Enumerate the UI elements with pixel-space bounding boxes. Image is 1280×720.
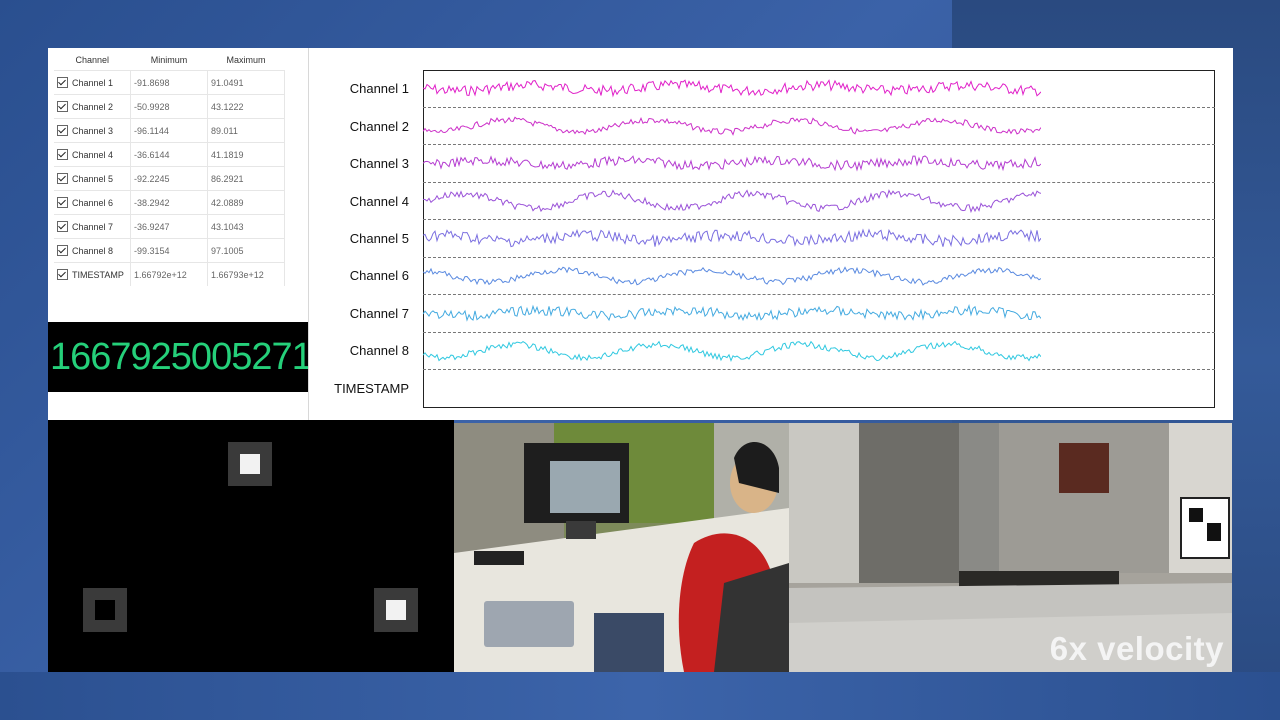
channel-name: Channel 5 — [72, 174, 114, 184]
table-row: Channel 2 -50.9928 43.1222 — [54, 94, 285, 119]
table-row: TIMESTAMP 1.66792e+12 1.66793e+12 — [54, 262, 285, 286]
channel-trace-line — [423, 79, 1041, 98]
table-row: Channel 8 -99.3154 97.1005 — [54, 238, 285, 263]
stimulus-panel — [48, 420, 454, 672]
channel-minimum: 1.66792e+12 — [130, 262, 208, 286]
channel-minimum: -38.2942 — [130, 190, 208, 215]
channel-trace — [423, 266, 1041, 286]
channel-checkbox[interactable] — [57, 149, 68, 160]
channel-checkbox[interactable] — [57, 197, 68, 208]
channel-maximum: 43.1222 — [207, 94, 285, 119]
table-row: Channel 4 -36.6144 41.1819 — [54, 142, 285, 167]
table-row: Channel 6 -38.2942 42.0889 — [54, 190, 285, 215]
channel-table: Channel Minimum Maximum Channel 1 -91.86… — [54, 50, 285, 286]
channel-trace-line — [423, 304, 1041, 322]
channel-label: Channel 2 — [349, 119, 409, 134]
table-row: Channel 3 -96.1144 89.011 — [54, 118, 285, 143]
channel-trace — [423, 304, 1041, 322]
table-header-row: Channel Minimum Maximum — [54, 50, 285, 71]
channel-label: Channel 6 — [349, 268, 409, 283]
channel-minimum: -96.1144 — [130, 118, 208, 143]
channel-maximum: 1.66793e+12 — [207, 262, 285, 286]
column-header-maximum: Maximum — [226, 55, 266, 65]
channel-label: Channel 5 — [349, 231, 409, 246]
channel-label: Channel 4 — [349, 194, 409, 209]
channel-label: Channel 8 — [349, 343, 409, 358]
channel-maximum: 91.0491 — [207, 70, 285, 95]
table-row: Channel 7 -36.9247 43.1043 — [54, 214, 285, 239]
channel-name: Channel 4 — [72, 150, 114, 160]
channel-trace — [423, 116, 1041, 136]
channel-checkbox[interactable] — [57, 221, 68, 232]
channel-name: Channel 2 — [72, 102, 114, 112]
channel-name: TIMESTAMP — [72, 270, 124, 280]
channel-minimum: -50.9928 — [130, 94, 208, 119]
channel-trace — [423, 228, 1041, 248]
channel-trace — [423, 79, 1041, 98]
channel-name: Channel 6 — [72, 198, 114, 208]
channel-minimum: -92.2245 — [130, 166, 208, 191]
channel-maximum: 43.1043 — [207, 214, 285, 239]
robot-camera-view: 6x velocity — [789, 423, 1232, 672]
channel-trace-line — [423, 116, 1041, 136]
channel-checkbox[interactable] — [57, 77, 68, 88]
channel-checkbox[interactable] — [57, 101, 68, 112]
channel-trace-line — [423, 228, 1041, 248]
channel-trace-line — [423, 155, 1041, 172]
channel-maximum: 97.1005 — [207, 238, 285, 263]
channel-checkbox[interactable] — [57, 245, 68, 256]
channel-checkbox[interactable] — [57, 173, 68, 184]
channel-minimum: -36.9247 — [130, 214, 208, 239]
timestamp-readout: 1667925005271 — [48, 322, 342, 392]
participant-camera-view — [454, 423, 789, 672]
stimulus-target-top — [228, 442, 272, 486]
channel-name: Channel 1 — [72, 78, 114, 88]
stimulus-target-right — [374, 588, 418, 632]
channel-minimum: -99.3154 — [130, 238, 208, 263]
playback-speed-label: 6x velocity — [1049, 630, 1224, 667]
channel-trace-line — [423, 340, 1041, 363]
channel-label: Channel 3 — [349, 156, 409, 171]
channel-maximum: 42.0889 — [207, 190, 285, 215]
channel-maximum: 89.011 — [207, 118, 285, 143]
eeg-plot-panel: Channel 1 Channel 2 Channel 3 Channel 4 … — [308, 48, 1233, 420]
channel-trace — [423, 189, 1041, 214]
table-row: Channel 5 -92.2245 86.2921 — [54, 166, 285, 191]
channel-name: Channel 7 — [72, 222, 114, 232]
channel-label: Channel 7 — [349, 306, 409, 321]
stimulus-target-left — [83, 588, 127, 632]
channel-minimum: -91.8698 — [130, 70, 208, 95]
channel-minimum: -36.6144 — [130, 142, 208, 167]
channel-maximum: 41.1819 — [207, 142, 285, 167]
column-header-channel: Channel — [75, 55, 110, 65]
channel-checkbox[interactable] — [57, 125, 68, 136]
channel-label: Channel 1 — [349, 81, 409, 96]
channel-trace-line — [423, 266, 1041, 286]
channel-trace — [423, 340, 1041, 363]
table-row: Channel 1 -91.8698 91.0491 — [54, 70, 285, 95]
background-strip — [0, 672, 1280, 720]
channel-name: Channel 8 — [72, 246, 114, 256]
channel-trace-line — [423, 189, 1041, 214]
channel-checkbox[interactable] — [57, 269, 68, 280]
channel-name: Channel 3 — [72, 126, 114, 136]
channel-label: TIMESTAMP — [334, 381, 409, 396]
channel-maximum: 86.2921 — [207, 166, 285, 191]
participant-scene-image — [454, 423, 789, 672]
channel-trace — [423, 155, 1041, 172]
column-header-minimum: Minimum — [150, 55, 188, 65]
